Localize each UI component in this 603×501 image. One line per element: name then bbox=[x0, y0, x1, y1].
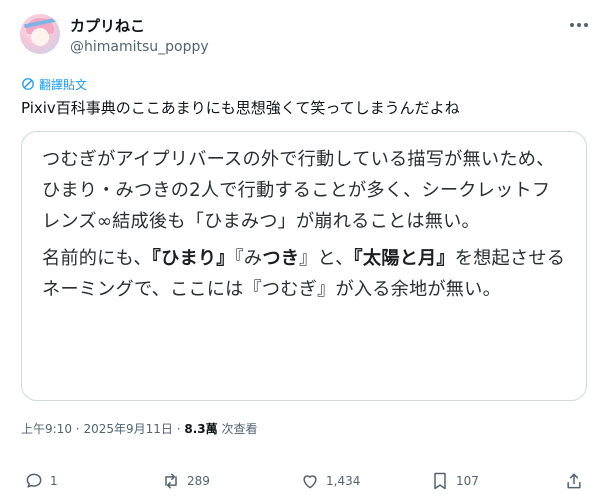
author-display-name[interactable]: カプリねこ bbox=[70, 16, 145, 36]
quoted-content-card[interactable]: つむぎがアイプリバースの外で行動している描写が無いため、ひまり・みつきの2人で行… bbox=[21, 131, 587, 401]
quote-paragraph-1: つむぎがアイプリバースの外で行動している描写が無いため、ひまり・みつきの2人で行… bbox=[42, 149, 555, 232]
repost-button[interactable]: 289 bbox=[161, 470, 210, 492]
meta-separator: · bbox=[176, 422, 181, 436]
post-text: Pixiv百科事典のここあまりにも思想強くて笑ってしまうんだよね bbox=[21, 99, 460, 117]
quote-text: 名前的にも、 bbox=[42, 248, 152, 269]
bookmark-icon bbox=[434, 472, 446, 490]
reply-count: 1 bbox=[50, 474, 58, 488]
post-date[interactable]: 2025年9月11日 bbox=[83, 422, 172, 436]
post-meta: 上午9:10 · 2025年9月11日 · 8.3萬 次查看 bbox=[21, 420, 257, 437]
quote-bold-tsuki: つき bbox=[262, 248, 300, 269]
bookmark-button[interactable]: 107 bbox=[430, 470, 479, 492]
quote-bold-sun-moon: 『太陽と月』 bbox=[353, 248, 455, 269]
views-label: 次查看 bbox=[221, 422, 258, 436]
meta-separator: · bbox=[75, 422, 80, 436]
share-button[interactable] bbox=[564, 470, 584, 492]
translate-label: 翻譯貼文 bbox=[39, 77, 88, 92]
repost-icon bbox=[165, 473, 177, 489]
post-time[interactable]: 上午9:10 bbox=[21, 422, 72, 436]
share-icon bbox=[567, 473, 581, 489]
author-handle[interactable]: @himamitsu_poppy bbox=[70, 38, 209, 56]
action-bar: 1 289 1,434 107 bbox=[0, 470, 603, 494]
repost-count: 289 bbox=[187, 474, 210, 488]
views-count[interactable]: 8.3萬 bbox=[184, 422, 217, 436]
reply-button[interactable]: 1 bbox=[24, 470, 58, 492]
avatar-face bbox=[31, 28, 49, 46]
quote-paragraph-2: 名前的にも、『ひまり』『みつき』と、『太陽と月』を想起させるネーミングで、ここに… bbox=[42, 243, 566, 305]
heart-icon bbox=[303, 475, 317, 489]
like-button[interactable]: 1,434 bbox=[300, 470, 360, 492]
bookmark-count: 107 bbox=[456, 474, 479, 488]
reply-icon bbox=[26, 473, 42, 488]
like-count: 1,434 bbox=[326, 474, 361, 488]
post-header: カプリねこ @himamitsu_poppy bbox=[20, 14, 590, 62]
avatar[interactable] bbox=[20, 14, 60, 54]
quote-bold-himari: 『ひまり』 bbox=[151, 248, 235, 269]
quote-text: 『み bbox=[234, 248, 263, 269]
more-options-icon[interactable] bbox=[568, 14, 590, 36]
translate-icon bbox=[22, 78, 34, 90]
translate-post-link[interactable]: 翻譯貼文 bbox=[21, 75, 87, 93]
quote-text: 』と、 bbox=[299, 248, 354, 269]
